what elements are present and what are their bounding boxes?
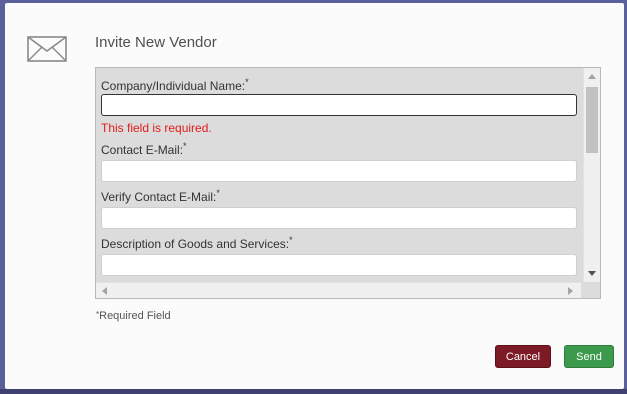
scroll-thumb[interactable] xyxy=(586,87,598,153)
description-label: Description of Goods and Services:* xyxy=(101,235,293,251)
scroll-up-icon[interactable] xyxy=(588,74,596,79)
company-name-error: This field is required. xyxy=(101,121,212,135)
horizontal-scrollbar[interactable] xyxy=(96,282,581,298)
vertical-scrollbar[interactable] xyxy=(583,68,600,282)
invite-vendor-dialog: Invite New Vendor Company/Individual Nam… xyxy=(5,3,624,389)
scrollbar-corner xyxy=(583,282,600,298)
verify-email-label: Verify Contact E-Mail:* xyxy=(101,188,220,204)
scroll-left-icon[interactable] xyxy=(102,287,107,295)
envelope-icon xyxy=(27,36,67,62)
scroll-down-icon[interactable] xyxy=(588,271,596,276)
verify-email-input[interactable] xyxy=(101,207,577,229)
cancel-button[interactable]: Cancel xyxy=(495,345,551,368)
dialog-title: Invite New Vendor xyxy=(95,34,217,51)
required-field-note: *Required Field xyxy=(96,310,171,322)
send-button[interactable]: Send xyxy=(564,345,614,368)
contact-email-label: Contact E-Mail:* xyxy=(101,141,187,157)
company-name-input[interactable] xyxy=(101,94,577,116)
form-content: Company/Individual Name:* This field is … xyxy=(96,68,581,282)
scroll-right-icon[interactable] xyxy=(568,287,573,295)
window-bottom-edge xyxy=(0,389,627,394)
company-name-label: Company/Individual Name:* xyxy=(101,77,249,93)
form-scroll-area[interactable]: Company/Individual Name:* This field is … xyxy=(95,67,601,299)
contact-email-input[interactable] xyxy=(101,160,577,182)
description-input[interactable] xyxy=(101,254,577,276)
